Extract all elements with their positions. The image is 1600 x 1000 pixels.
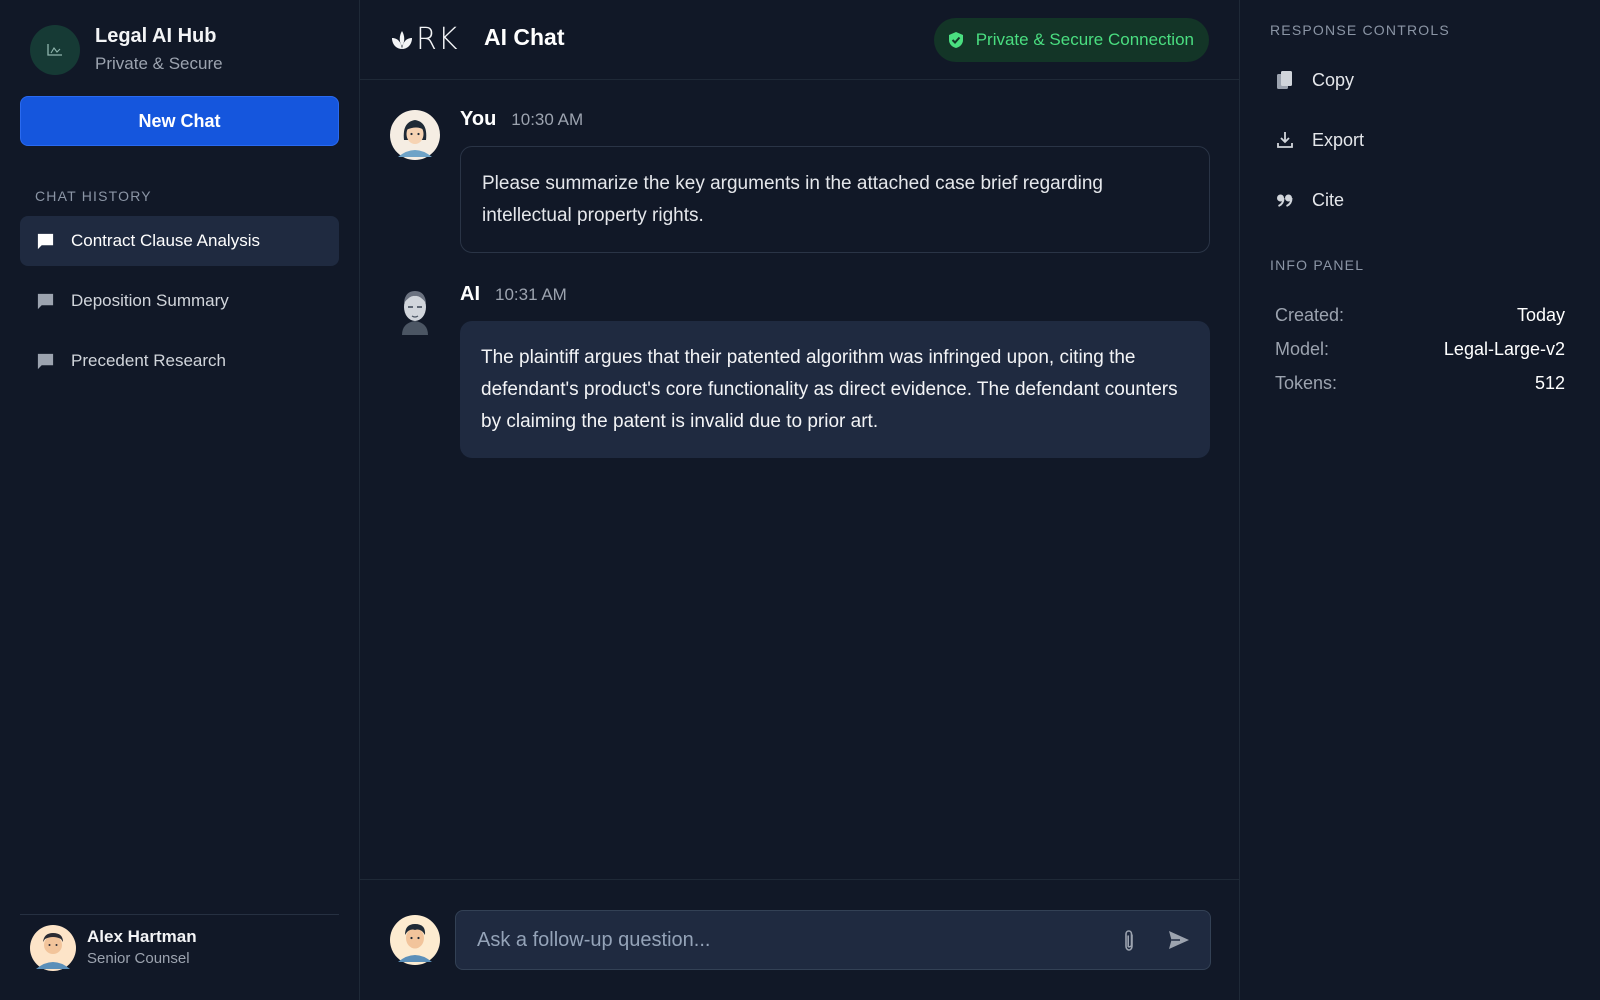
new-chat-button[interactable]: New Chat [20, 96, 339, 146]
send-icon [1169, 931, 1189, 949]
message-input[interactable] [456, 911, 1096, 969]
response-controls: Copy Export Cite [1270, 60, 1570, 240]
composer [360, 879, 1240, 1000]
page-title: AI Chat [484, 24, 565, 50]
chat-bubble-icon [37, 233, 54, 249]
info-row-model: Model: Legal-Large-v2 [1275, 332, 1565, 366]
user-avatar [390, 915, 440, 965]
cite-label: Cite [1312, 189, 1345, 210]
quote-icon [1277, 194, 1293, 207]
send-button[interactable] [1168, 929, 1190, 956]
info-key: Created: [1275, 304, 1345, 325]
message-ai: AI 10:31 AM The plaintiff argues that th… [390, 283, 1210, 458]
info-key: Tokens: [1275, 372, 1338, 393]
history-item-precedent-research[interactable]: Precedent Research [20, 336, 339, 386]
company-logo: RK [390, 22, 459, 57]
history-item-deposition-summary[interactable]: Deposition Summary [20, 276, 339, 326]
chat-header: RK AI Chat Private & Secure Connection [360, 0, 1239, 80]
message-timestamp: 10:31 AM [495, 285, 567, 304]
info-value: Today [1516, 304, 1565, 325]
brand: Legal AI Hub Private & Secure [30, 24, 223, 76]
chat-history-heading: CHAT HISTORY [35, 188, 152, 204]
message-input-box[interactable] [455, 910, 1211, 970]
ai-avatar [402, 291, 428, 335]
info-value: 512 [1534, 372, 1565, 393]
copy-icon [1277, 71, 1292, 89]
info-panel-heading: INFO PANEL [1270, 257, 1365, 273]
chat-bubble-icon [37, 293, 54, 309]
shield-check-icon [948, 32, 963, 48]
copy-button[interactable]: Copy [1270, 60, 1570, 100]
sidebar: Legal AI Hub Private & Secure New Chat C… [0, 0, 360, 1000]
message-list: You 10:30 AM Please summarize the key ar… [390, 108, 1210, 488]
cite-button[interactable]: Cite [1270, 180, 1570, 220]
chat-bubble-icon [37, 353, 54, 369]
message-bubble: Please summarize the key arguments in th… [460, 146, 1210, 253]
message-author: AI [460, 283, 480, 305]
message-author: You [460, 108, 497, 130]
export-button[interactable]: Export [1270, 120, 1570, 160]
history-item-label: Contract Clause Analysis [71, 231, 260, 250]
response-controls-heading: RESPONSE CONTROLS [1270, 22, 1450, 38]
brand-title: Legal AI Hub [95, 25, 217, 47]
secure-connection-label: Private & Secure Connection [975, 30, 1194, 49]
message-bubble: The plaintiff argues that their patented… [460, 321, 1210, 458]
secure-connection-badge: Private & Secure Connection [933, 18, 1209, 62]
info-value: Legal-Large-v2 [1443, 338, 1565, 359]
copy-label: Copy [1312, 69, 1355, 90]
info-panel: Created: Today Model: Legal-Large-v2 Tok… [1275, 298, 1565, 400]
brand-logo-icon [30, 25, 80, 75]
right-panel: RESPONSE CONTROLS Copy Export Cite INFO … [1240, 0, 1600, 1000]
paperclip-icon [1125, 930, 1133, 951]
message-user: You 10:30 AM Please summarize the key ar… [390, 108, 1210, 253]
download-icon [1277, 132, 1293, 148]
user-name: Alex Hartman [87, 927, 197, 946]
history-item-label: Deposition Summary [71, 291, 229, 310]
brand-subtitle: Private & Secure [95, 54, 223, 73]
history-item-label: Precedent Research [71, 351, 226, 370]
attach-button[interactable] [1122, 929, 1136, 958]
chat-main: RK AI Chat Private & Secure Connection Y… [360, 0, 1240, 1000]
user-profile[interactable]: Alex Hartman Senior Counsel [20, 914, 339, 971]
app-window: Legal AI Hub Private & Secure New Chat C… [0, 0, 1600, 1000]
user-avatar [390, 110, 440, 160]
message-timestamp: 10:30 AM [511, 110, 584, 129]
history-item-contract-clause-analysis[interactable]: Contract Clause Analysis [20, 216, 339, 266]
logo-text: RK [416, 22, 459, 57]
user-role: Senior Counsel [87, 950, 190, 967]
info-row-created: Created: Today [1275, 298, 1565, 332]
chat-history-list: Contract Clause Analysis Deposition Summ… [20, 216, 339, 396]
export-label: Export [1312, 129, 1365, 150]
leaf-icon [392, 30, 412, 49]
info-row-tokens: Tokens: 512 [1275, 366, 1565, 400]
user-avatar [30, 925, 76, 971]
info-key: Model: [1275, 338, 1330, 359]
